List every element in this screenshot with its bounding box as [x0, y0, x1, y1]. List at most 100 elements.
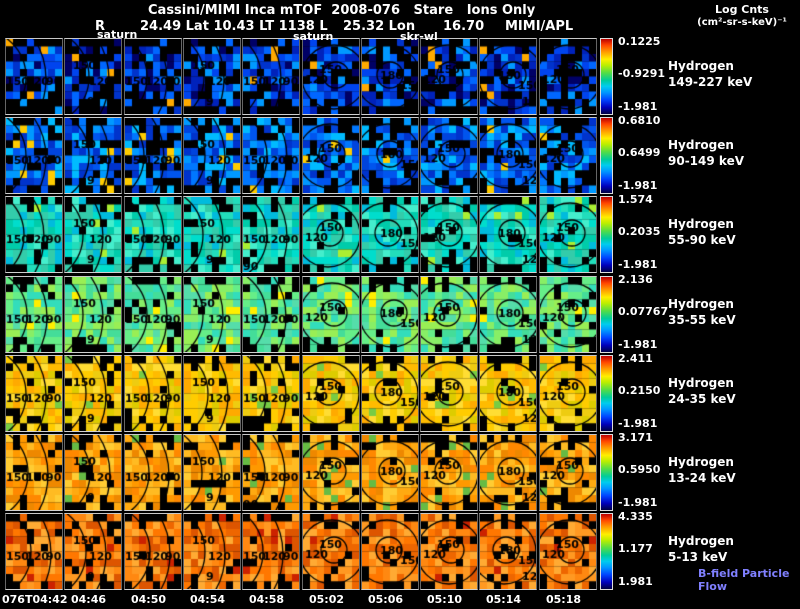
heatmap-panel	[242, 38, 300, 115]
heatmap-panel	[361, 38, 419, 115]
colorbar-max-label: 2.411	[618, 352, 653, 365]
heatmap-panel	[5, 38, 63, 115]
colorbar-mid-label: 0.5950	[618, 463, 661, 476]
colorbar	[600, 355, 613, 432]
colorbar-min-label: -1.981	[618, 179, 658, 192]
units-line1: Log Cnts	[715, 3, 769, 16]
energy-range: 35-55 keV	[668, 313, 736, 327]
colorbar-min-label: -1.981	[618, 100, 658, 113]
heatmap-panel	[124, 196, 182, 273]
heatmap-panel	[5, 513, 63, 590]
heatmap-panel	[539, 196, 597, 273]
energy-range: 90-149 keV	[668, 154, 744, 168]
energy-range: 149-227 keV	[668, 75, 753, 89]
heatmap-panel	[361, 117, 419, 194]
colorbar-max-label: 2.136	[618, 273, 653, 286]
heatmap-panel	[242, 117, 300, 194]
heatmap-panel	[479, 196, 537, 273]
energy-row-13-24: 3.171 0.5950 -1.981 Hydrogen 13-24 keV	[5, 431, 800, 511]
energy-range: 55-90 keV	[668, 233, 736, 247]
channel-label: Hydrogen 90-149 keV	[668, 137, 744, 169]
energy-range: 24-35 keV	[668, 392, 736, 406]
heatmap-panel	[361, 513, 419, 590]
heatmap-panel	[183, 434, 241, 511]
heatmap-panel	[183, 276, 241, 353]
heatmap-panel	[479, 513, 537, 590]
credit-label: MIMI/APL	[505, 19, 574, 34]
heatmap-panel	[5, 276, 63, 353]
colorbar-min-label: -1.981	[618, 258, 658, 271]
colorbar-max-label: 0.6810	[618, 114, 661, 127]
heatmap-panel	[361, 434, 419, 511]
channel-label: Hydrogen 5-13 keV	[668, 533, 734, 565]
energy-row-35-55: 2.136 0.07767 -1.981 Hydrogen 35-55 keV	[5, 273, 800, 353]
bfield-particle-flow-label: B-field Particle Flow	[698, 567, 790, 593]
heatmap-panels	[5, 355, 597, 432]
heatmap-panel	[420, 196, 478, 273]
species-name: Hydrogen	[668, 534, 734, 548]
heatmap-panel	[242, 434, 300, 511]
time-tick: 05:02	[309, 593, 345, 606]
energy-range: 13-24 keV	[668, 471, 736, 485]
time-tick: 05:06	[368, 593, 404, 606]
heatmap-panel	[5, 196, 63, 273]
heatmap-panel	[64, 434, 122, 511]
colorbar	[600, 276, 613, 353]
heatmap-panel	[420, 355, 478, 432]
energy-row-90-149: 0.6810 0.6499 -1.981 Hydrogen 90-149 keV	[5, 114, 800, 194]
energy-range: 5-13 keV	[668, 550, 728, 564]
colorbar-max-label: 4.335	[618, 510, 653, 523]
colorbar-mid-label: 1.177	[618, 542, 653, 555]
heatmap-panel	[242, 355, 300, 432]
heatmap-panel	[64, 117, 122, 194]
cassini-mimi-plot: Cassini/MIMI Inca mTOF 2008-076 Stare Io…	[0, 0, 800, 609]
time-tick: 04:50	[131, 593, 167, 606]
heatmap-panel	[64, 196, 122, 273]
colorbar	[600, 117, 613, 194]
heatmap-panel	[64, 38, 122, 115]
heatmap-panel	[5, 355, 63, 432]
channel-label: Hydrogen 13-24 keV	[668, 454, 736, 486]
colorbar-min-label: 1.981	[618, 575, 653, 588]
heatmap-panel	[302, 117, 360, 194]
heatmap-panel	[183, 355, 241, 432]
heatmap-panel	[124, 355, 182, 432]
channel-label: Hydrogen 55-90 keV	[668, 216, 736, 248]
energy-row-55-90: 1.574 0.2035 -1.981 Hydrogen 55-90 keV	[5, 193, 800, 273]
heatmap-panels	[5, 38, 597, 115]
heatmap-panel	[539, 355, 597, 432]
heatmap-panel	[302, 276, 360, 353]
heatmap-panel	[183, 38, 241, 115]
time-tick: 076T04:42	[2, 593, 68, 606]
heatmap-panel	[361, 276, 419, 353]
species-name: Hydrogen	[668, 455, 734, 469]
heatmap-panel	[479, 434, 537, 511]
heatmap-panel	[5, 434, 63, 511]
energy-row-24-35: 2.411 0.2150 -1.981 Hydrogen 24-35 keV	[5, 352, 800, 432]
species-name: Hydrogen	[668, 376, 734, 390]
colorbar	[600, 38, 613, 115]
heatmap-panel	[420, 117, 478, 194]
units-line2: (cm²-sr-s-keV)⁻¹	[697, 17, 787, 28]
heatmap-panel	[64, 355, 122, 432]
heatmap-panels	[5, 117, 597, 194]
ephemeris-lon-value: 16.70	[443, 19, 485, 34]
heatmap-panel	[420, 513, 478, 590]
heatmap-panel	[302, 38, 360, 115]
species-name: Hydrogen	[668, 217, 734, 231]
heatmap-panel	[124, 38, 182, 115]
heatmap-panel	[124, 513, 182, 590]
heatmap-panel	[124, 276, 182, 353]
colorbar-min-label: -1.981	[618, 417, 658, 430]
heatmap-panel	[479, 355, 537, 432]
saturn-label-2: saturn	[293, 30, 334, 43]
species-name: Hydrogen	[668, 138, 734, 152]
heatmap-panel	[302, 196, 360, 273]
heatmap-panels	[5, 276, 597, 353]
heatmap-panel	[302, 355, 360, 432]
heatmap-panel	[420, 434, 478, 511]
channel-label: Hydrogen 149-227 keV	[668, 58, 752, 90]
heatmap-panels	[5, 434, 597, 511]
page-title: Cassini/MIMI Inca mTOF 2008-076 Stare Io…	[148, 3, 536, 18]
heatmap-panel	[183, 117, 241, 194]
